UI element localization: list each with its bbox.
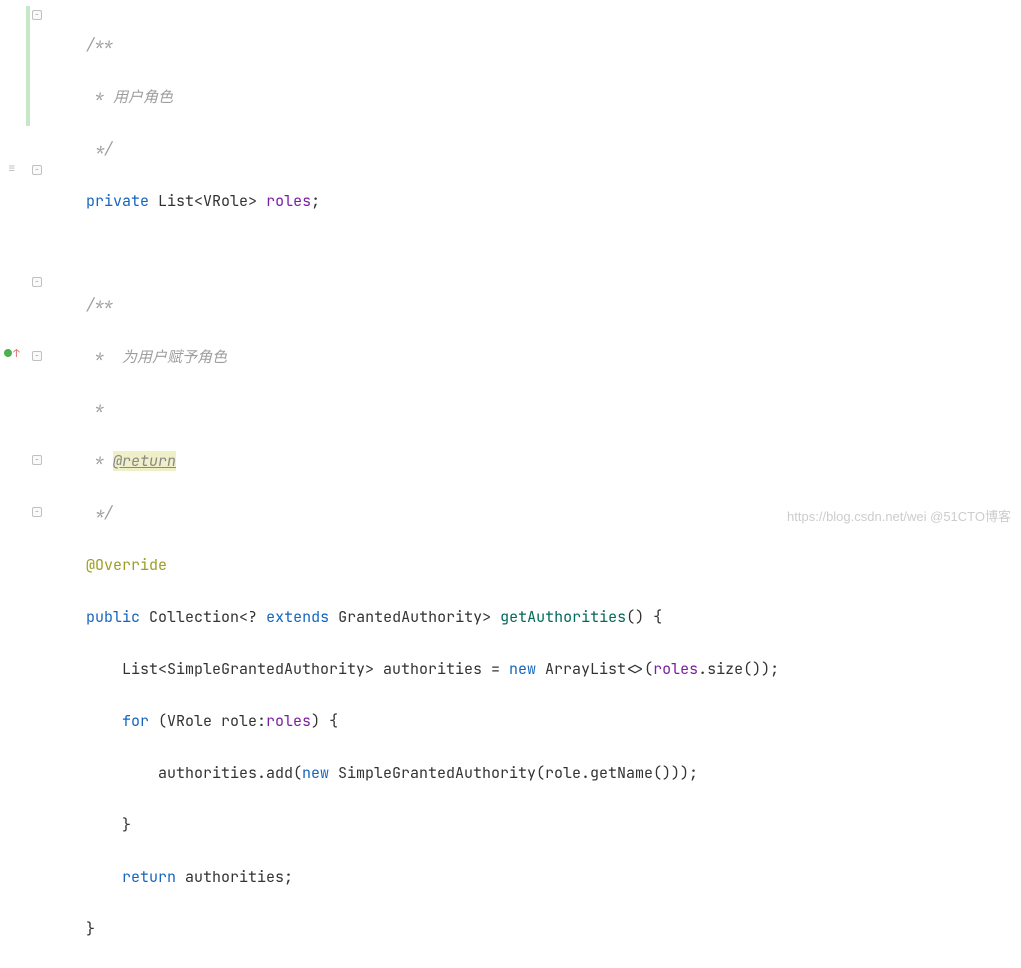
fold-toggle[interactable]: −	[32, 165, 42, 175]
fold-toggle[interactable]: −	[32, 507, 42, 517]
type-name: List<VRole>	[158, 191, 257, 211]
code-text: .size());	[698, 659, 779, 679]
gutter-hint-icon: ☰	[8, 160, 15, 176]
brace-close: }	[122, 815, 131, 835]
brace-close: }	[86, 919, 95, 939]
code-text: ArrayList<>(	[536, 659, 653, 679]
keyword-new: new	[302, 763, 329, 783]
method-paren: () {	[626, 607, 662, 627]
return-type: Collection<?	[149, 607, 257, 627]
code-text: authorities.add(	[158, 763, 302, 783]
override-indicator[interactable]: ↑	[4, 347, 20, 361]
code-text: ) {	[311, 711, 338, 731]
comment-text: */	[86, 139, 113, 159]
code-text: authorities;	[176, 867, 293, 887]
fold-toggle[interactable]: −	[32, 455, 42, 465]
code-text: SimpleGrantedAuthority(role.getName()));	[329, 763, 698, 783]
comment-text: */	[86, 503, 113, 523]
keyword-extends: extends	[266, 607, 329, 627]
javadoc-return-tag: @return	[113, 451, 176, 471]
field-ref: roles	[266, 711, 311, 731]
keyword-private: private	[86, 191, 149, 211]
keyword-new: new	[509, 659, 536, 679]
fold-toggle[interactable]: −	[32, 277, 42, 287]
keyword-public: public	[86, 607, 140, 627]
code-text: (VRole role:	[149, 711, 266, 731]
keyword-return: return	[122, 867, 176, 887]
fold-toggle[interactable]: −	[32, 351, 42, 361]
comment-text: * 为用户赋予角色	[86, 347, 227, 367]
editor-gutter: − ☰ − − ↑ − − −	[0, 0, 46, 531]
comment-text: * 用户角色	[86, 87, 173, 107]
method-name: getAuthorities	[500, 607, 626, 627]
code-text: List<SimpleGrantedAuthority> authorities…	[122, 659, 509, 679]
comment-text: *	[86, 399, 104, 419]
comment-text: /**	[86, 295, 113, 315]
comment-text: /**	[86, 35, 113, 55]
keyword-for: for	[122, 711, 149, 731]
code-editor[interactable]: /** * 用户角色 */ private List<VRole> roles;…	[46, 0, 1021, 531]
field-ref: roles	[653, 659, 698, 679]
comment-text: *	[86, 451, 113, 471]
semicolon: ;	[311, 191, 320, 211]
return-type-2: GrantedAuthority>	[338, 607, 491, 627]
vcs-change-marker	[26, 6, 30, 126]
annotation-override: @Override	[86, 555, 167, 575]
fold-toggle[interactable]: −	[32, 10, 42, 20]
field-name: roles	[266, 191, 311, 211]
